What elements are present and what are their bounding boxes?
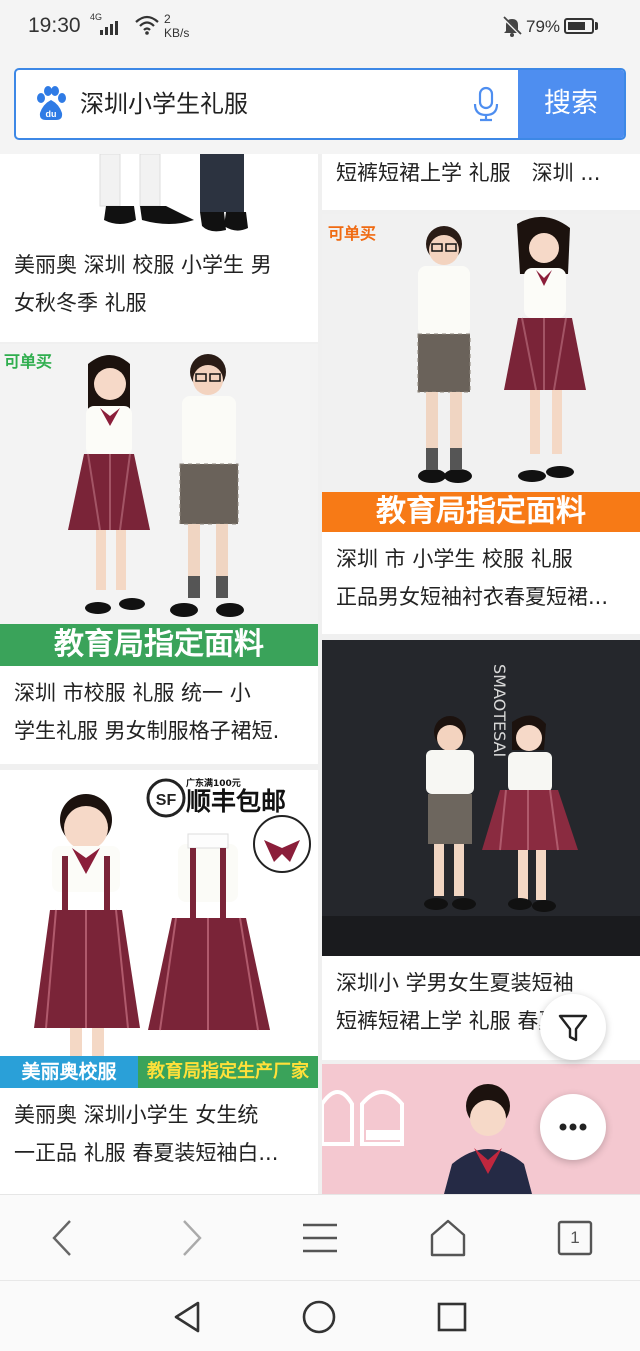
product-title-line: 短裤短裙上学 礼服 深圳 ... — [336, 161, 601, 185]
nav-back-icon — [174, 1301, 200, 1333]
search-box: du 深圳小学生礼服 搜索 — [14, 68, 626, 140]
back-arrow-icon — [52, 1220, 71, 1256]
product-title-line: 学生礼服 男女制服格子裙短. — [14, 719, 280, 743]
product-image[interactable] — [322, 214, 640, 532]
search-input[interactable]: 深圳小学生礼服 — [80, 70, 460, 138]
nav-recents-button[interactable] — [432, 1297, 472, 1337]
wifi-icon — [134, 14, 160, 40]
mic-icon[interactable] — [472, 86, 500, 126]
product-title-line: 美丽奥 深圳小学生 女生统 — [14, 1103, 259, 1127]
product-title-line: 深圳 市 小学生 校服 礼服 — [336, 547, 573, 571]
menu-icon — [303, 1223, 337, 1253]
menu-button[interactable] — [297, 1215, 343, 1261]
back-button[interactable] — [40, 1215, 86, 1261]
product-card[interactable]: 可单买 教育局指定面料 深圳 市 小学生 校服 礼服 正品男女短袖衬衣春夏短裙.… — [322, 214, 640, 634]
product-title-line: 一正品 礼服 春夏装短袖白... — [14, 1141, 279, 1165]
tab-count: 1 — [570, 1228, 580, 1247]
product-title-line: 正品男女短袖衬衣春夏短裙... — [336, 585, 609, 609]
battery-fill — [568, 22, 585, 30]
product-card[interactable]: 短裤短裙上学 礼服 深圳 ... — [322, 154, 640, 210]
product-image[interactable]: SF — [0, 770, 318, 1088]
filter-icon — [558, 1014, 588, 1042]
nav-back-button[interactable] — [168, 1297, 208, 1337]
product-grid: 美丽奥 深圳 校服 小学生 男 女秋冬季 礼服 短裤短裙上学 礼服 深圳 ... — [0, 154, 640, 1194]
banner-left: 美丽奥校服 — [0, 1056, 138, 1088]
search-button[interactable]: 搜索 — [518, 70, 624, 138]
more-icon — [559, 1123, 587, 1131]
product-title[interactable]: 深圳 市校服 礼服 统一 小 学生礼服 男女制服格子裙短. — [14, 674, 279, 750]
battery-icon — [564, 18, 594, 34]
product-title[interactable]: 深圳 市 小学生 校服 礼服 正品男女短袖衬衣春夏短裙... — [336, 540, 608, 616]
filter-button[interactable] — [540, 994, 606, 1060]
net-speed-value: 2 — [164, 12, 171, 26]
home-icon — [430, 1219, 466, 1257]
product-card[interactable]: 美丽奥 深圳 校服 小学生 男 女秋冬季 礼服 — [0, 154, 318, 342]
product-title-line: 女秋冬季 礼服 — [14, 291, 147, 315]
product-title[interactable]: 美丽奥 深圳 校服 小学生 男 女秋冬季 礼服 — [14, 246, 272, 322]
browser-toolbar: 1 — [0, 1194, 640, 1280]
product-image[interactable] — [0, 154, 318, 236]
product-image[interactable]: SMAOTESAI — [322, 640, 640, 956]
baidu-logo-text: du — [46, 109, 57, 119]
system-nav-bar — [0, 1280, 640, 1351]
product-banner: 教育局指定面料 — [0, 624, 318, 666]
nav-home-icon — [302, 1300, 336, 1334]
signal-icon — [100, 19, 118, 35]
product-card[interactable]: 可单买 教育局指定面料 深圳 市校服 礼服 统一 小 学生礼服 男女制服格子裙短… — [0, 344, 318, 764]
product-card[interactable]: SF 广东满100元 顺丰包邮 美丽奥校服 教育局指定生产厂家 美丽奥 深圳小学… — [0, 770, 318, 1194]
product-tag: 可单买 — [328, 224, 377, 243]
search-header: du 深圳小学生礼服 搜索 — [0, 58, 640, 154]
battery-percent: 79% — [526, 17, 561, 36]
forward-arrow-icon — [183, 1220, 202, 1256]
status-time: 19:30 — [28, 14, 81, 37]
wall-text: SMAOTESAI — [490, 664, 509, 757]
net-speed: 2 KB/s — [164, 12, 189, 40]
baidu-logo-icon[interactable]: du — [34, 86, 68, 122]
nav-home-button[interactable] — [299, 1297, 339, 1337]
net-speed-unit: KB/s — [164, 26, 190, 40]
bell-off-icon — [500, 14, 524, 42]
banner-right: 教育局指定生产厂家 — [138, 1056, 318, 1088]
nav-recents-icon — [437, 1302, 467, 1332]
product-title[interactable]: 短裤短裙上学 礼服 深圳 ... — [336, 154, 600, 192]
more-button[interactable] — [540, 1094, 606, 1160]
shipping-badge: 广东满100元 顺丰包邮 — [186, 776, 286, 815]
product-title-line: 美丽奥 深圳 校服 小学生 男 — [14, 253, 272, 277]
svg-text:SF: SF — [156, 792, 177, 809]
product-title[interactable]: 美丽奥 深圳小学生 女生统 一正品 礼服 春夏装短袖白... — [14, 1096, 278, 1172]
product-banner: 美丽奥校服 教育局指定生产厂家 — [0, 1056, 318, 1088]
product-title-line: 深圳 市校服 礼服 统一 小 — [14, 681, 251, 705]
tabs-button[interactable]: 1 — [552, 1215, 598, 1261]
product-image[interactable] — [0, 344, 318, 662]
battery-tip — [595, 22, 598, 30]
product-tag: 可单买 — [4, 352, 53, 371]
status-bar: 19:30 4G 2 KB/s 79% — [0, 0, 640, 58]
home-button[interactable] — [425, 1215, 471, 1261]
shipping-badge-main: 顺丰包邮 — [186, 787, 287, 816]
forward-button[interactable] — [168, 1215, 214, 1261]
product-banner: 教育局指定面料 — [322, 492, 640, 532]
